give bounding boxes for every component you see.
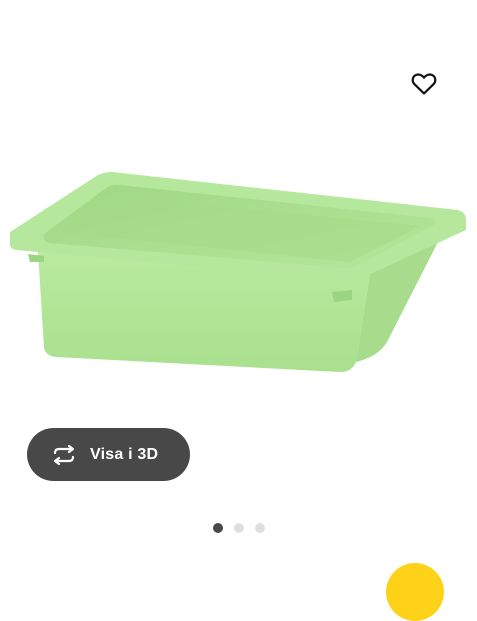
- favorite-button[interactable]: [401, 61, 447, 107]
- heart-outline-icon: [411, 72, 437, 96]
- carousel-dot-2[interactable]: [233, 523, 244, 533]
- view-in-3d-button[interactable]: Visa i 3D: [27, 428, 190, 481]
- carousel-dot-1[interactable]: [212, 523, 223, 533]
- rotate-arrows-icon: [49, 444, 79, 466]
- view-in-3d-label: Visa i 3D: [90, 445, 159, 463]
- carousel-dot-3[interactable]: [254, 523, 265, 533]
- floating-action-button[interactable]: [386, 563, 444, 621]
- image-carousel-dots: [0, 523, 477, 534]
